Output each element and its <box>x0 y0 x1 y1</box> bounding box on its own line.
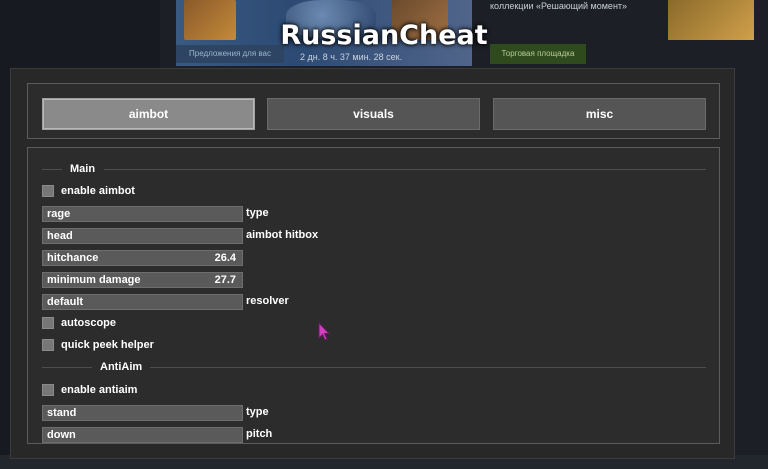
enable-antiaim-checkbox[interactable] <box>42 384 54 396</box>
type-caption: type <box>246 207 269 219</box>
window-title: RussianCheat <box>280 20 488 51</box>
pitch-dropdown-value: down <box>47 429 76 441</box>
stand-dropdown-value: stand <box>47 407 77 419</box>
section-title: Main <box>70 163 96 175</box>
section-title: AntiAim <box>100 361 143 373</box>
tab-misc[interactable]: misc <box>493 98 706 130</box>
quick-peek-label: quick peek helper <box>61 339 154 351</box>
aimbot-panel: Main enable aimbot rage type head aimbot… <box>27 147 720 444</box>
min-damage-label: minimum damage <box>47 274 141 286</box>
type-dropdown[interactable]: rage <box>42 206 243 222</box>
hitbox-caption: aimbot hitbox <box>246 229 319 241</box>
enable-aimbot-row: enable aimbot <box>42 184 135 198</box>
cheat-menu-window: aimbot visuals misc Main enable aimbot r… <box>10 68 735 459</box>
tab-bar: aimbot visuals misc <box>27 83 720 139</box>
enable-aimbot-checkbox[interactable] <box>42 185 54 197</box>
background-collection-label: коллекции «Решающий момент» <box>490 1 628 11</box>
hitbox-dropdown[interactable]: head <box>42 228 243 244</box>
resolver-dropdown[interactable]: default <box>42 294 243 310</box>
background-timer: 2 дн. 8 ч. 37 мин. 28 сек. <box>300 52 403 62</box>
autoscope-checkbox[interactable] <box>42 317 54 329</box>
tab-aimbot[interactable]: aimbot <box>42 98 255 130</box>
min-damage-slider[interactable]: minimum damage 27.7 <box>42 272 243 288</box>
hitchance-slider[interactable]: hitchance 26.4 <box>42 250 243 266</box>
autoscope-label: autoscope <box>61 317 117 329</box>
resolver-caption: resolver <box>246 295 289 307</box>
enable-aimbot-label: enable aimbot <box>61 185 135 197</box>
section-antiaim-header: AntiAim <box>42 360 706 374</box>
min-damage-value: 27.7 <box>214 274 236 286</box>
section-divider <box>42 169 62 170</box>
stand-dropdown[interactable]: stand <box>42 405 243 421</box>
section-divider <box>150 367 706 368</box>
quick-peek-checkbox[interactable] <box>42 339 54 351</box>
resolver-dropdown-value: default <box>47 296 84 308</box>
stand-caption: type <box>246 406 269 418</box>
hitchance-value: 26.4 <box>214 252 236 264</box>
enable-antiaim-row: enable antiaim <box>42 383 137 397</box>
autoscope-row: autoscope <box>42 316 116 330</box>
enable-antiaim-label: enable antiaim <box>61 384 138 396</box>
tab-visuals[interactable]: visuals <box>267 98 480 130</box>
section-divider <box>42 367 92 368</box>
mouse-cursor-icon <box>318 321 331 346</box>
hitbox-dropdown-value: head <box>47 230 73 242</box>
quick-peek-row: quick peek helper <box>42 338 154 352</box>
pitch-dropdown[interactable]: down <box>42 427 243 443</box>
pitch-caption: pitch <box>246 428 273 440</box>
hitchance-label: hitchance <box>47 252 99 264</box>
section-divider <box>104 169 706 170</box>
section-main-header: Main <box>42 162 706 176</box>
type-dropdown-value: rage <box>47 208 71 220</box>
